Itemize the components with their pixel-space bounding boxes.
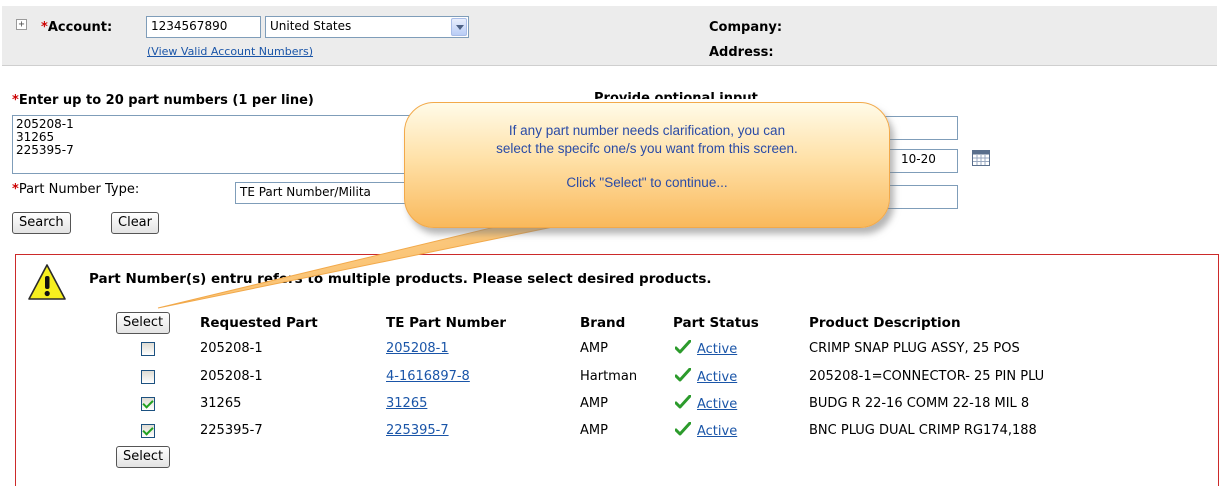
part-numbers-textarea[interactable]: 205208-1 31265 225395-7	[12, 115, 432, 174]
row-checkbox[interactable]	[141, 397, 155, 411]
te-part-link[interactable]: 4-1616897-8	[386, 369, 470, 384]
status-active-link[interactable]: Active	[697, 424, 737, 439]
country-select-value: United States	[270, 19, 352, 33]
row-checkbox[interactable]	[141, 342, 155, 356]
required-star: *	[12, 182, 19, 197]
product-description-cell: CRIMP SNAP PLUG ASSY, 25 POS	[809, 341, 1020, 356]
results-message-part2: ru refers to multiple products. Please s…	[236, 271, 712, 287]
row-checkbox[interactable]	[141, 424, 155, 438]
company-label: Company:	[709, 20, 783, 35]
view-valid-account-link[interactable]: (View Valid Account Numbers)	[147, 45, 313, 58]
parts-heading: Enter up to 20 part numbers (1 per line)	[18, 93, 314, 108]
col-header-requested: Requested Part	[200, 315, 318, 331]
results-message: Part Number(s) entru refers to multiple …	[89, 271, 712, 287]
callout-line-2: select the specifc one/s you want from t…	[496, 141, 798, 156]
product-description-cell: 205208-1=CONNECTOR- 25 PIN PLU	[809, 369, 1045, 384]
requested-part-cell: 225395-7	[200, 423, 263, 438]
search-button[interactable]: Search	[12, 212, 71, 234]
part-type-label-wrap: *Part Number Type:	[12, 182, 139, 197]
requested-part-cell: 31265	[200, 396, 242, 411]
brand-cell: Hartman	[580, 369, 638, 384]
select-button-bottom[interactable]: Select	[116, 446, 171, 468]
callout-line-1: If any part number needs clarification, …	[508, 123, 786, 138]
country-select[interactable]: United States	[265, 16, 469, 38]
part-type-label: Part Number Type:	[18, 182, 140, 197]
brand-cell: AMP	[580, 423, 608, 438]
account-number-input[interactable]: 1234567890	[146, 16, 261, 38]
status-active-link[interactable]: Active	[697, 342, 737, 357]
account-label-wrap: *Account:	[41, 20, 112, 35]
status-active-link[interactable]: Active	[697, 397, 737, 412]
dropdown-arrow-icon[interactable]	[451, 18, 467, 36]
checkmark-icon	[674, 394, 692, 409]
callout-line-3: Click "Select" to continue...	[566, 175, 728, 190]
requested-part-cell: 205208-1	[200, 341, 263, 356]
col-header-status: Part Status	[673, 315, 759, 331]
help-callout: If any part number needs clarification, …	[404, 102, 890, 228]
brand-cell: AMP	[580, 396, 608, 411]
brand-cell: AMP	[580, 341, 608, 356]
te-part-link[interactable]: 225395-7	[386, 423, 449, 438]
expand-plus-icon[interactable]: +	[16, 19, 27, 30]
optional-heading: Provide optional input	[594, 91, 758, 99]
address-label: Address:	[709, 45, 774, 60]
checkmark-icon	[674, 339, 692, 354]
te-part-link[interactable]: 31265	[386, 396, 427, 411]
col-header-brand: Brand	[580, 315, 626, 331]
te-part-link[interactable]: 205208-1	[386, 341, 449, 356]
select-button-top[interactable]: Select	[116, 312, 171, 334]
product-description-cell: BNC PLUG DUAL CRIMP RG174,188	[809, 423, 1037, 438]
product-description-cell: BUDG R 22-16 COMM 22-18 MIL 8	[809, 396, 1030, 411]
required-star: *	[12, 93, 19, 108]
col-header-description: Product Description	[809, 315, 961, 331]
calendar-icon[interactable]	[972, 150, 990, 166]
required-star: *	[41, 20, 48, 35]
row-checkbox[interactable]	[141, 370, 155, 384]
warning-icon	[28, 264, 66, 300]
clear-button[interactable]: Clear	[111, 212, 159, 234]
account-label: Account:	[47, 20, 113, 35]
checkmark-icon	[674, 421, 692, 436]
col-header-te-part: TE Part Number	[386, 315, 507, 331]
requested-part-cell: 205208-1	[200, 369, 263, 384]
status-active-link[interactable]: Active	[697, 370, 737, 385]
valid-account-link-wrap: (View Valid Account Numbers)	[147, 45, 313, 58]
parts-heading-wrap: *Enter up to 20 part numbers (1 per line…	[12, 93, 314, 108]
checkmark-icon	[674, 367, 692, 382]
results-message-part1: Part Number(s) ent	[89, 271, 237, 287]
